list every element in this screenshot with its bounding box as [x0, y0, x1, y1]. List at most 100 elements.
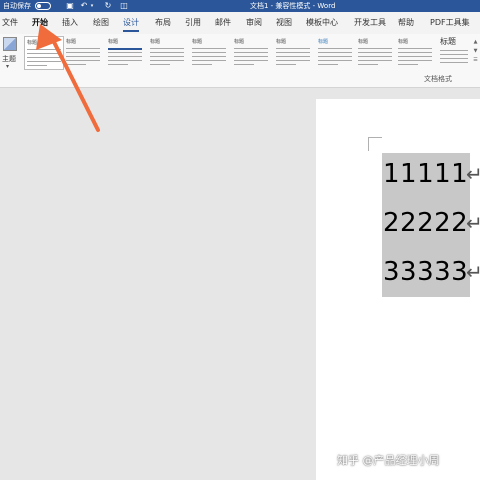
paragraph-mark-icon: ↵ [466, 162, 480, 186]
tab-design[interactable]: 设计 [123, 17, 139, 32]
tab-references[interactable]: 引用 [185, 17, 201, 29]
tab-home[interactable]: 开始 [32, 17, 48, 29]
style-preview-line [66, 64, 86, 65]
tab-layout[interactable]: 布局 [155, 17, 171, 29]
style-preview-line [150, 56, 184, 57]
style-preview-line [150, 48, 184, 49]
document-page[interactable]: 11111 ↵ 22222 ↵ 33333 ↵ [316, 99, 480, 480]
tab-template-center[interactable]: 模板中心 [306, 17, 338, 29]
style-set-thumbnail[interactable]: 标题 [64, 36, 104, 70]
style-preview-line [358, 48, 392, 49]
style-preview-line [358, 60, 392, 61]
style-preview-line [27, 65, 47, 66]
title-bar: 自动保存 ▣ ↶ ▾ ↻ ◫ 文档1 - 兼容性模式 - Word [0, 0, 480, 12]
style-preview-line [192, 48, 226, 49]
paragraph-mark-icon: ↵ [466, 211, 480, 235]
style-set-title: 标题 [318, 39, 329, 45]
style-set-title: 标题 [108, 39, 119, 45]
style-set-title: 标题 [398, 39, 409, 45]
style-preview-line [66, 60, 100, 61]
theme-icon [3, 37, 17, 51]
format-painter-icon[interactable]: ◫ [118, 1, 130, 11]
style-preview-line [108, 56, 142, 57]
style-preview-line [66, 56, 100, 57]
style-set-thumbnail[interactable]: 标题 1 [24, 36, 64, 70]
document-title: 文档1 - 兼容性模式 - Word [250, 2, 336, 10]
style-set-title: 标题 [440, 37, 456, 46]
style-preview-line [276, 56, 310, 57]
style-preview-line [318, 60, 352, 61]
autosave-toggle[interactable] [35, 2, 51, 10]
style-set-thumbnail[interactable]: 标题 [190, 36, 230, 70]
style-preview-line [66, 52, 100, 53]
tab-help[interactable]: 帮助 [398, 17, 414, 29]
style-preview-line [66, 48, 100, 49]
style-preview-line [150, 52, 184, 53]
tab-insert[interactable]: 插入 [62, 17, 78, 29]
style-preview-line [318, 48, 352, 49]
style-set-thumbnail[interactable]: 标题 [396, 36, 436, 70]
style-preview-line [440, 54, 468, 55]
style-preview-line [150, 64, 170, 65]
style-set-thumbnail[interactable]: 标题 [106, 36, 146, 70]
style-preview-line [108, 64, 128, 65]
document-canvas: 11111 ↵ 22222 ↵ 33333 ↵ [0, 89, 480, 480]
themes-button[interactable]: 主题 ▾ [0, 34, 22, 70]
style-set-title: 标题 1 [27, 40, 42, 46]
toggle-knob [37, 4, 41, 8]
style-preview-line [318, 64, 338, 65]
style-set-thumbnail[interactable]: 标题 [438, 36, 472, 70]
style-set-thumbnail[interactable]: 标题 [232, 36, 272, 70]
style-set-thumbnail[interactable]: 标题 [356, 36, 396, 70]
style-preview-line [440, 50, 468, 51]
style-preview-line [398, 60, 432, 61]
style-set-title: 标题 [276, 39, 287, 45]
tab-developer[interactable]: 开发工具 [354, 17, 386, 29]
text-line-2[interactable]: 22222 [383, 208, 468, 238]
style-preview-line [27, 53, 61, 54]
style-preview-line [440, 58, 468, 59]
style-preview-line [358, 64, 378, 65]
style-preview-line [276, 64, 296, 65]
style-preview-line [398, 48, 432, 49]
style-preview-line [108, 60, 142, 61]
tab-file[interactable]: 文件 [2, 17, 18, 29]
tab-view[interactable]: 视图 [276, 17, 292, 29]
style-preview-line [358, 56, 392, 57]
margin-corner-mark [368, 137, 382, 151]
style-preview-line [150, 60, 184, 61]
tab-draw[interactable]: 绘图 [93, 17, 109, 29]
style-set-title: 标题 [150, 39, 161, 45]
style-preview-line [358, 52, 392, 53]
text-line-3[interactable]: 33333 [383, 257, 468, 287]
style-set-thumbnail[interactable]: 标题 [274, 36, 314, 70]
style-preview-line [398, 64, 418, 65]
style-preview-line [398, 56, 432, 57]
style-preview-line [276, 48, 310, 49]
tab-pdf-tools[interactable]: PDF工具集 [430, 17, 470, 29]
chevron-down-icon: ▾ [6, 63, 10, 70]
gallery-scroll[interactable]: ▲ ▼ ☰ [472, 38, 479, 66]
tab-mailings[interactable]: 邮件 [215, 17, 231, 29]
style-preview-line [318, 52, 352, 53]
tab-review[interactable]: 审阅 [246, 17, 262, 29]
style-preview-line [234, 60, 268, 61]
autosave-label: 自动保存 [3, 2, 31, 10]
text-line-1[interactable]: 11111 [383, 159, 468, 189]
style-set-thumbnail[interactable]: 标题 [316, 36, 356, 70]
style-preview-line [192, 60, 226, 61]
style-preview-line [192, 52, 226, 53]
style-preview-line [234, 56, 268, 57]
style-set-title: 标题 [358, 39, 369, 45]
style-set-title: 标题 [192, 39, 203, 45]
style-preview-line [276, 52, 310, 53]
watermark: 知乎 @产品经理小周 [337, 454, 440, 467]
style-preview-line [234, 48, 268, 49]
style-preview-line [27, 61, 61, 62]
style-set-thumbnail[interactable]: 标题 [148, 36, 188, 70]
design-ribbon: 主题 ▾ 标题 1 标题 标题 标题 标题 标题 标题 标题 标题 标题 标题 ▲ ▼ ☰ 文档格式 [0, 34, 480, 88]
undo-dropdown-icon[interactable]: ▾ [88, 1, 96, 11]
style-preview-line [234, 64, 254, 65]
redo-icon[interactable]: ↻ [102, 1, 114, 11]
save-icon[interactable]: ▣ [64, 1, 76, 11]
